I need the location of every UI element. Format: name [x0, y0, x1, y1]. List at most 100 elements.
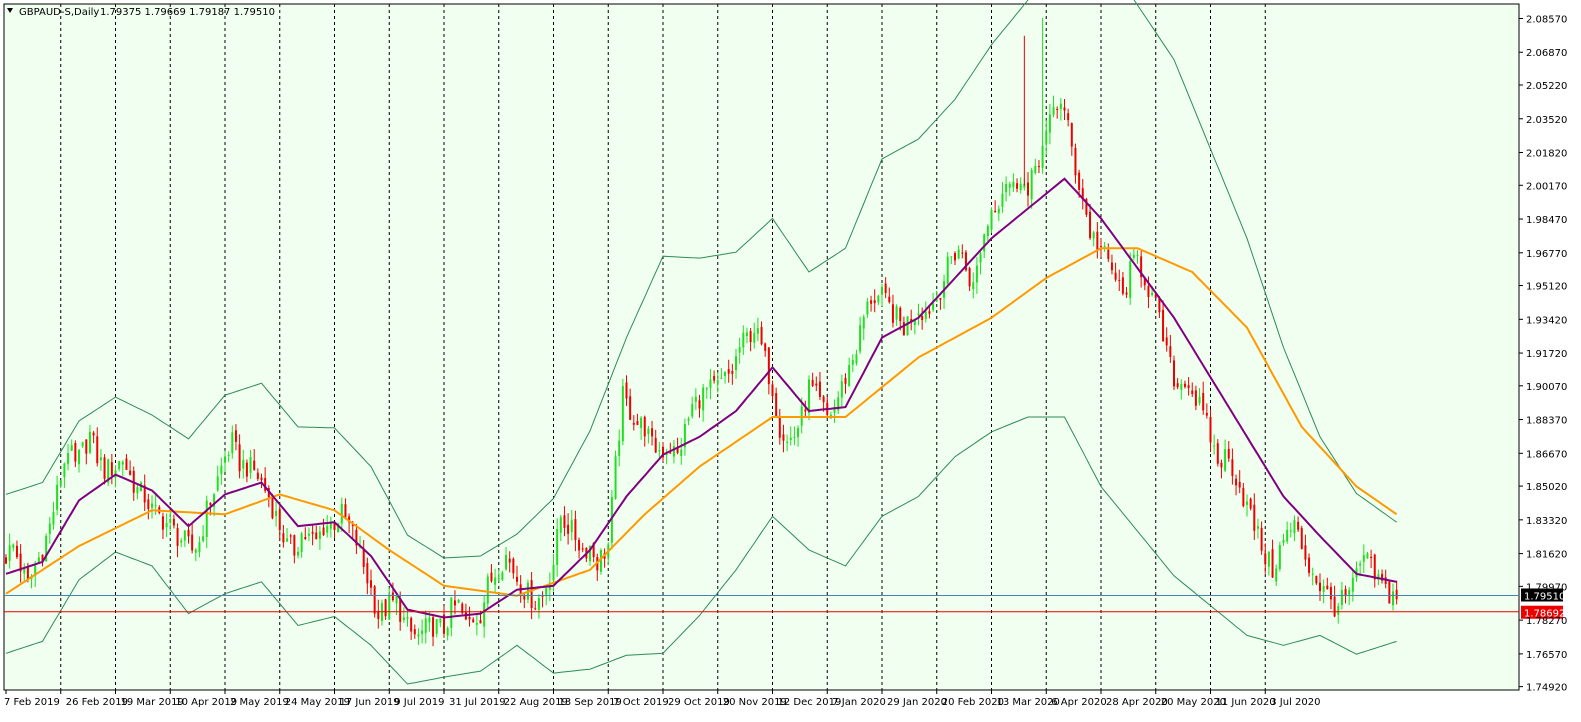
- candle-bull: [1359, 563, 1362, 566]
- candle-bull: [8, 545, 11, 561]
- candle-bear: [873, 300, 876, 304]
- candle-bull: [486, 576, 489, 604]
- candle-bull: [424, 618, 427, 633]
- candle-bear: [961, 252, 964, 254]
- candle-bull: [881, 286, 883, 295]
- candle-bear: [366, 563, 369, 584]
- x-tick-label: 31 Jul 2019: [449, 697, 506, 708]
- candle-bull: [118, 461, 121, 469]
- candle-bull: [205, 500, 208, 537]
- x-tick-label: 9 Jul 2019: [394, 697, 444, 708]
- candle-bull: [570, 519, 573, 533]
- x-tick-label: 20 Feb 2020: [942, 697, 1004, 708]
- candle-bear: [727, 369, 730, 374]
- candle-bull: [242, 459, 245, 469]
- candle-bull: [1180, 383, 1183, 390]
- candle-bear: [172, 518, 175, 526]
- candle-bull: [1001, 193, 1004, 207]
- candle-bear: [187, 529, 190, 537]
- candle-bear: [1183, 383, 1186, 387]
- candle-bear: [1125, 292, 1128, 295]
- candle-bull: [979, 253, 982, 263]
- candle-bear: [636, 421, 639, 425]
- price-chart[interactable]: 1.795101.78692 7 Feb 2019 26 Feb 201919 M…: [0, 0, 1581, 722]
- candle-bull: [972, 282, 975, 289]
- candle-bear: [994, 210, 997, 213]
- candle-bear: [567, 524, 570, 534]
- candle-bear: [1216, 443, 1219, 464]
- candle-bull: [1052, 107, 1055, 115]
- chart-window[interactable]: 1.79510 1.78692 7 Feb 2019 26 Feb 2019 19 M…: [0, 0, 1581, 722]
- candle-bull: [1213, 445, 1216, 447]
- candle-bear: [1388, 580, 1391, 604]
- candle-bull: [249, 457, 252, 473]
- candle-bear: [731, 371, 734, 374]
- candle-bull: [687, 418, 690, 421]
- candle-bull: [1136, 254, 1139, 256]
- candle-bear: [1242, 487, 1245, 507]
- candle-bear: [1162, 309, 1165, 342]
- candle-bear: [508, 558, 511, 563]
- candle-bull: [1278, 545, 1281, 570]
- candle-bull: [497, 577, 500, 580]
- candle-bull: [924, 311, 927, 319]
- candle-bull: [1034, 165, 1037, 173]
- candle-bull: [59, 480, 62, 486]
- y-tick-label: 1.88370: [1526, 416, 1567, 427]
- candle-bull: [599, 550, 602, 572]
- candle-bear: [818, 381, 821, 397]
- candle-bear: [1333, 596, 1336, 617]
- candle-bull: [165, 522, 168, 528]
- candle-bull: [417, 634, 420, 637]
- candle-bull: [957, 249, 960, 259]
- y-tick-label: 2.03520: [1526, 115, 1567, 126]
- candle-bear: [804, 409, 807, 412]
- candle-bull: [640, 417, 643, 428]
- candle-bull: [52, 511, 55, 525]
- candle-bear: [625, 382, 628, 399]
- candle-bear: [453, 600, 456, 606]
- y-tick-label: 1.79970: [1526, 582, 1567, 593]
- candle-bear: [771, 384, 774, 397]
- candle-bear: [15, 545, 18, 558]
- candle-bear: [632, 422, 635, 425]
- candle-bull: [745, 332, 748, 337]
- x-tick-label: 29 Oct 2019: [668, 697, 730, 708]
- candle-bull: [475, 622, 478, 625]
- candle-bear: [1114, 272, 1117, 280]
- candle-bear: [651, 428, 654, 437]
- candle-bear: [1096, 231, 1099, 250]
- y-tick-label: 1.93420: [1526, 315, 1567, 326]
- candle-bear: [110, 462, 113, 476]
- candle-bear: [1027, 182, 1029, 196]
- candle-bull: [1012, 181, 1015, 188]
- ohlc-values: 1.79375 1.79669 1.79187 1.79510: [100, 7, 275, 18]
- candle-bull: [1267, 551, 1270, 567]
- candle-bull: [990, 209, 993, 230]
- candle-bear: [1308, 557, 1311, 573]
- candle-bull: [983, 234, 986, 252]
- y-tick-label: 1.91720: [1526, 349, 1567, 360]
- candle-bull: [862, 316, 865, 329]
- candle-bull: [694, 396, 697, 402]
- candle-bear: [669, 452, 672, 454]
- candle-bear: [1118, 279, 1121, 281]
- candle-bear: [96, 436, 99, 464]
- candle-bull: [705, 388, 708, 390]
- candle-bull: [753, 332, 756, 343]
- candle-bear: [362, 548, 365, 567]
- candle-bear: [1110, 262, 1113, 271]
- y-tick-label: 1.85020: [1526, 482, 1567, 493]
- candle-bull: [1246, 501, 1248, 505]
- candle-bear: [103, 457, 106, 479]
- candle-bull: [56, 484, 59, 510]
- candle-bull: [183, 530, 186, 541]
- candle-bear: [373, 586, 376, 614]
- candle-bear: [1344, 589, 1347, 596]
- candle-bear: [1067, 113, 1070, 121]
- candle-bull: [906, 316, 909, 336]
- candle-bear: [238, 444, 241, 472]
- candle-bull: [388, 595, 391, 620]
- candle-bear: [578, 539, 581, 551]
- candle-bear: [899, 307, 902, 321]
